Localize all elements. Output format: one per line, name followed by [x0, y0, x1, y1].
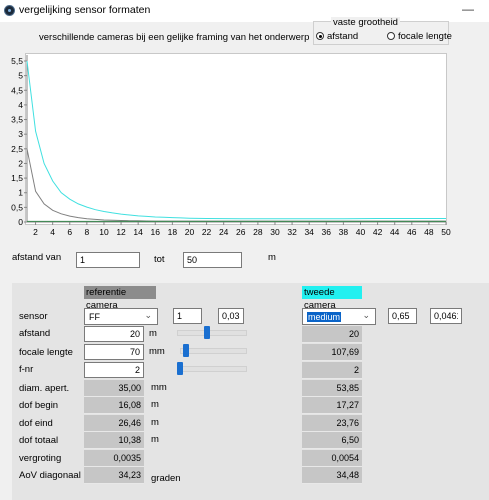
afstand-van-label: afstand van	[12, 252, 62, 263]
dof-eind-label: dof eind	[19, 418, 53, 429]
tot-label: tot	[154, 254, 165, 265]
y-tick-label: 2,5	[11, 144, 23, 154]
y-tick-label: 4,5	[11, 85, 23, 95]
dof-totaal-unit: m	[151, 434, 159, 445]
x-tick-label: 10	[99, 227, 109, 237]
afstand-van-input[interactable]	[76, 252, 140, 268]
x-tick-label: 34	[304, 227, 314, 237]
ref-afstand-input[interactable]	[84, 326, 144, 342]
ref-sensor-select[interactable]: FF ⌄	[84, 308, 158, 325]
x-tick-label: 12	[116, 227, 126, 237]
x-tick-label: 14	[133, 227, 143, 237]
diam-unit: mm	[151, 382, 167, 393]
afstand-slider[interactable]	[177, 330, 247, 336]
focale-slider[interactable]	[180, 348, 247, 354]
focale-slider-thumb[interactable]	[183, 344, 190, 357]
x-tick-label: 30	[270, 227, 280, 237]
ref-vergroting-value: 0,0035	[84, 450, 144, 467]
line-chart: 00,511,522,533,544,555,52 4 6 8 10 12 14 16 18 20…	[11, 55, 451, 237]
sec-sensor-value: medium	[307, 312, 342, 322]
fnr-slider-thumb[interactable]	[177, 362, 183, 375]
x-tick-label: 8	[84, 227, 89, 237]
range-unit: m	[268, 252, 276, 263]
x-tick-label: 38	[339, 227, 349, 237]
sec-dof-eind-value: 23,76	[302, 415, 362, 432]
x-tick-label: 46	[407, 227, 417, 237]
dof-totaal-label: dof totaal	[19, 435, 59, 446]
y-tick-label: 1,5	[11, 173, 23, 183]
chevron-down-icon: ⌄	[144, 310, 152, 320]
ref-dof-eind-value: 26,46	[84, 415, 144, 432]
x-tick-label: 26	[236, 227, 246, 237]
x-tick-label: 40	[356, 227, 366, 237]
x-tick-label: 32	[287, 227, 297, 237]
sec-vergroting-value: 0,0054	[302, 450, 362, 467]
y-tick-label: 0	[18, 217, 23, 227]
sec-dof-begin-value: 17,27	[302, 397, 362, 414]
x-tick-label: 20	[185, 227, 195, 237]
dof-eind-unit: m	[151, 417, 159, 428]
sec-coc-input[interactable]	[430, 308, 462, 324]
x-tick-label: 16	[151, 227, 161, 237]
tweede-camera-header: tweede camera	[302, 286, 362, 311]
afstand-tot-input[interactable]	[183, 252, 242, 268]
sec-afstand-value: 20	[302, 326, 362, 343]
y-tick-label: 1	[18, 188, 23, 198]
y-tick-label: 5,5	[11, 56, 23, 66]
x-tick-label: 24	[219, 227, 229, 237]
ref-sensor-value: FF	[89, 312, 100, 322]
x-tick-label: 28	[253, 227, 263, 237]
x-tick-label: 48	[424, 227, 434, 237]
y-tick-label: 3	[18, 129, 23, 139]
y-tick-label: 0,5	[11, 202, 23, 212]
afstand-unit: m	[149, 328, 157, 339]
x-tick-label: 36	[322, 227, 332, 237]
ref-sensor-factor-input[interactable]	[173, 308, 202, 324]
sec-aov-value: 34,48	[302, 467, 362, 484]
y-tick-label: 2	[18, 158, 23, 168]
x-tick-label: 18	[168, 227, 178, 237]
x-tick-label: 6	[67, 227, 72, 237]
diam-apert-label: diam. apert.	[19, 383, 70, 394]
chevron-down-icon: ⌄	[362, 310, 370, 320]
x-tick-label: 22	[202, 227, 212, 237]
focale-lengte-label: focale lengte	[19, 347, 73, 358]
ref-fnr-input[interactable]	[84, 362, 144, 378]
focale-unit: mm	[149, 346, 165, 357]
afstand-label: afstand	[19, 328, 51, 339]
referentie-camera-header: referentie camera	[84, 286, 156, 311]
ref-focale-input[interactable]	[84, 344, 144, 360]
x-tick-label: 2	[33, 227, 38, 237]
aov-diagonaal-label: AoV diagonaal	[19, 470, 81, 481]
afstand-slider-thumb[interactable]	[203, 326, 210, 339]
sec-fnr-value: 2	[302, 362, 362, 379]
y-tick-label: 5	[18, 71, 23, 81]
vergroting-label: vergroting	[19, 453, 62, 464]
series-line-2	[26, 148, 446, 222]
ref-dof-totaal-value: 10,38	[84, 432, 144, 449]
aov-unit: graden	[151, 473, 181, 484]
x-tick-label: 4	[50, 227, 55, 237]
ref-dof-begin-value: 16,08	[84, 397, 144, 414]
y-tick-label: 3,5	[11, 115, 23, 125]
dof-begin-label: dof begin	[19, 400, 59, 411]
series-line-1	[26, 60, 446, 220]
sec-dof-totaal-value: 6,50	[302, 432, 362, 449]
fnr-slider[interactable]	[177, 366, 247, 372]
x-tick-label: 50	[441, 227, 451, 237]
y-tick-label: 4	[18, 100, 23, 110]
x-tick-label: 44	[390, 227, 400, 237]
sec-sensor-factor-input[interactable]	[388, 308, 417, 324]
ref-aov-value: 34,23	[84, 467, 144, 484]
ref-coc-input[interactable]	[218, 308, 244, 324]
sensor-label: sensor	[19, 311, 48, 322]
sec-sensor-select[interactable]: medium ⌄	[302, 308, 376, 325]
ref-diam-value: 35,00	[84, 380, 144, 397]
dof-begin-unit: m	[151, 399, 159, 410]
fnr-label: f-nr	[19, 364, 34, 375]
x-tick-label: 42	[373, 227, 383, 237]
sec-diam-value: 53,85	[302, 380, 362, 397]
sec-focale-value: 107,69	[302, 344, 362, 361]
